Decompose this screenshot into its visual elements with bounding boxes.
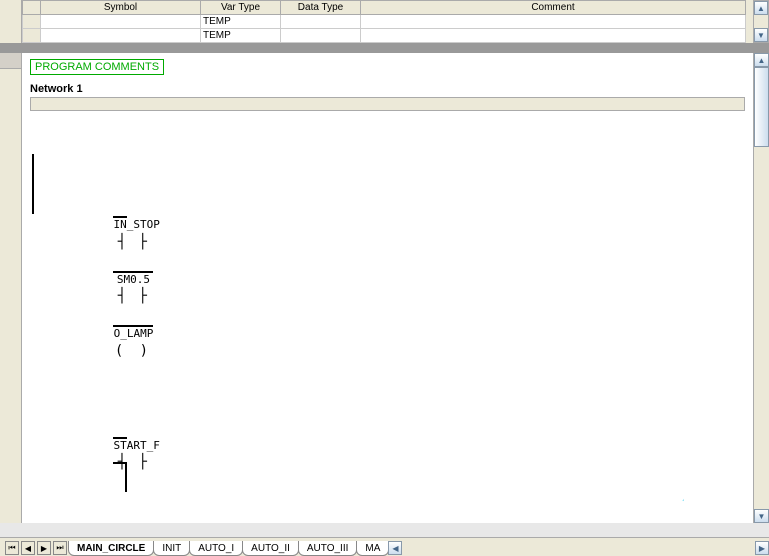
scroll-thumb[interactable] <box>754 67 769 147</box>
tab-nav-prev-icon[interactable]: ◀ <box>21 541 35 555</box>
tab-auto-2[interactable]: AUTO_II <box>242 541 299 556</box>
contact-in-stop[interactable]: IN_STOP┤ ├ <box>113 218 153 250</box>
col-vartype[interactable]: Var Type <box>201 1 281 15</box>
col-datatype[interactable]: Data Type <box>281 1 361 15</box>
ladder-network-1[interactable]: IN_STOP┤ ├ SM0.5┤ ├ O_LAMP( ) START_F┤ ├ <box>30 119 745 523</box>
col-symbol[interactable]: Symbol <box>41 1 201 15</box>
tab-nav-first-icon[interactable]: ⏮ <box>5 541 19 555</box>
variable-table-panel: Symbol Var Type Data Type Comment TEMP T… <box>0 0 769 45</box>
watermark: 自动秒链接 <box>630 484 745 516</box>
row-header <box>23 1 41 15</box>
col-comment[interactable]: Comment <box>361 1 746 15</box>
scroll-right-icon[interactable]: ▶ <box>755 541 769 555</box>
splitter[interactable] <box>0 45 769 53</box>
scroll-down-icon[interactable]: ▼ <box>754 509 769 523</box>
vscroll-var[interactable]: ▲ ▼ <box>753 0 769 43</box>
tab-nav-next-icon[interactable]: ▶ <box>37 541 51 555</box>
program-editor[interactable]: PROGRAM COMMENTS Network 1 IN_STOP┤ ├ SM… <box>22 53 753 523</box>
tab-ma[interactable]: MA <box>356 541 389 556</box>
gutter-mark <box>0 53 21 69</box>
contact-sm05[interactable]: SM0.5┤ ├ <box>113 273 153 305</box>
coil-o-lamp[interactable]: O_LAMP( ) <box>113 327 153 359</box>
bottom-bar: ⏮ ◀ ▶ ⏭ MAIN_CIRCLE INIT AUTO_I AUTO_II … <box>0 537 769 556</box>
tab-nav-last-icon[interactable]: ⏭ <box>53 541 67 555</box>
tab-auto-3[interactable]: AUTO_III <box>298 541 358 556</box>
scroll-up-icon[interactable]: ▲ <box>754 1 768 15</box>
tab-main-circle[interactable]: MAIN_CIRCLE <box>68 541 154 556</box>
vscroll-main[interactable]: ▲ ▼ <box>753 53 769 523</box>
gutter <box>0 0 22 43</box>
scroll-left-icon[interactable]: ◀ <box>388 541 402 555</box>
var-table-header-row: Symbol Var Type Data Type Comment <box>23 1 746 15</box>
scroll-up-icon[interactable]: ▲ <box>754 53 769 67</box>
left-gutter <box>0 53 22 523</box>
var-row[interactable]: TEMP <box>23 29 746 43</box>
program-comments-label: PROGRAM COMMENTS <box>30 59 164 75</box>
network-comment-band[interactable] <box>30 97 745 111</box>
variable-table: Symbol Var Type Data Type Comment TEMP T… <box>22 0 753 43</box>
tab-init[interactable]: INIT <box>153 541 190 556</box>
scroll-down-icon[interactable]: ▼ <box>754 28 768 42</box>
hscroll-track[interactable] <box>402 541 755 556</box>
network-title[interactable]: Network 1 <box>30 83 745 95</box>
tab-strip: ⏮ ◀ ▶ ⏭ MAIN_CIRCLE INIT AUTO_I AUTO_II … <box>0 538 769 556</box>
tab-auto-1[interactable]: AUTO_I <box>189 541 243 556</box>
var-row[interactable]: TEMP <box>23 15 746 29</box>
